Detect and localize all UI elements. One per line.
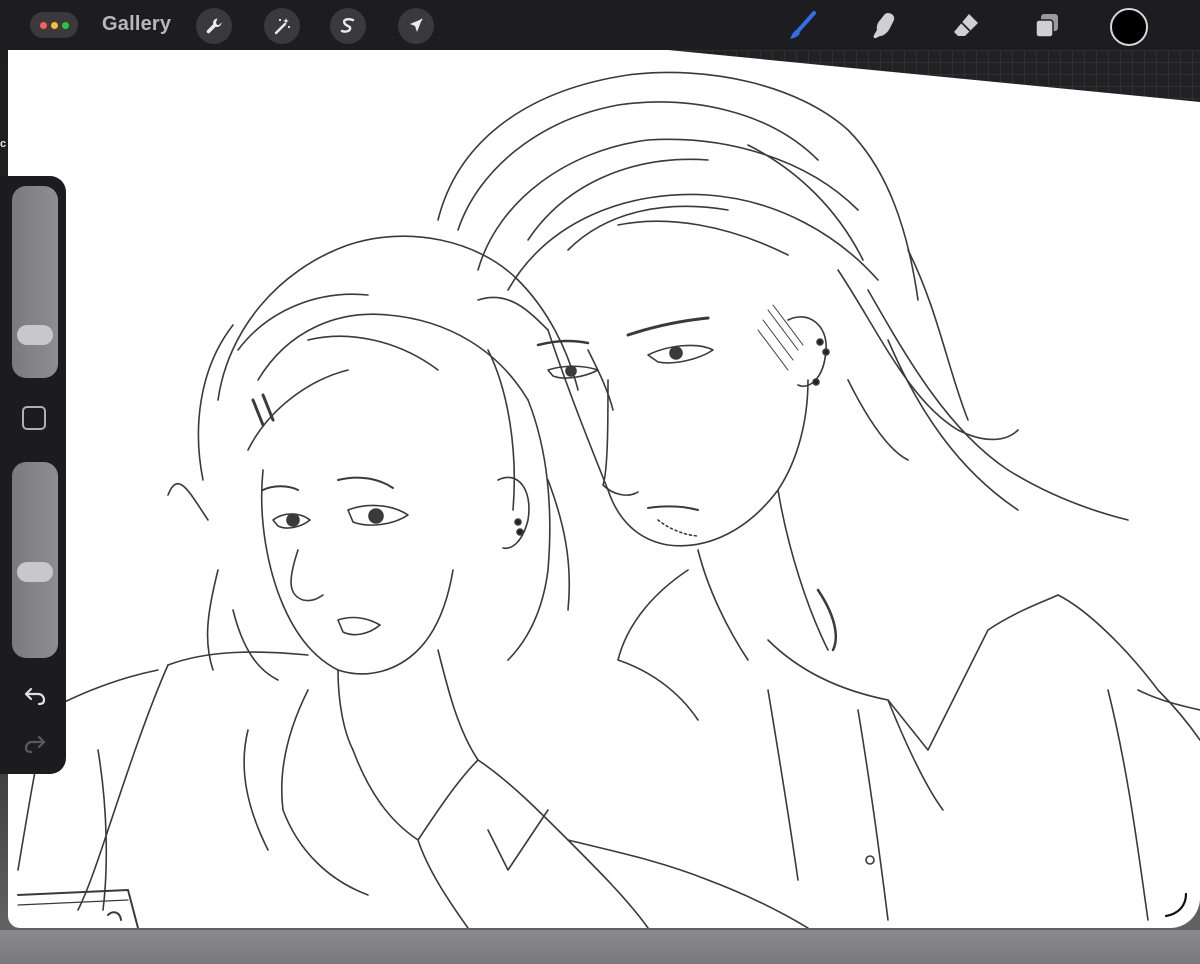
red-dot-icon xyxy=(39,21,47,29)
edge-text-1: c xyxy=(0,138,7,150)
brush-opacity-slider[interactable] xyxy=(12,462,58,658)
sketch-artwork xyxy=(8,50,1200,928)
selection-s-icon xyxy=(340,18,355,33)
layers-icon xyxy=(1035,14,1058,38)
transform-button[interactable] xyxy=(398,8,434,44)
drawing-canvas[interactable] xyxy=(8,50,1200,928)
canvas-corner-handle[interactable] xyxy=(1160,890,1190,920)
wrench-icon xyxy=(206,18,222,34)
brush-icon xyxy=(790,11,816,39)
brush-size-thumb[interactable] xyxy=(17,325,53,346)
brush-tool-button[interactable] xyxy=(783,6,823,46)
redo-button[interactable] xyxy=(20,732,50,756)
color-picker-button[interactable] xyxy=(1110,8,1148,46)
magic-wand-icon xyxy=(274,18,291,35)
top-toolbar: Gallery xyxy=(0,0,1200,50)
window-controls-button[interactable] xyxy=(30,12,78,38)
brush-size-slider[interactable] xyxy=(12,186,58,378)
actions-button[interactable] xyxy=(196,8,232,44)
layers-button[interactable] xyxy=(1027,6,1067,46)
selection-button[interactable] xyxy=(330,8,366,44)
smudge-tool-button[interactable] xyxy=(864,6,904,46)
undo-arrow-icon xyxy=(24,687,46,706)
eraser-icon xyxy=(954,14,978,36)
gallery-button[interactable]: Gallery xyxy=(102,13,171,36)
arrow-cursor-icon xyxy=(410,18,423,32)
eraser-tool-button[interactable] xyxy=(946,6,986,46)
sidebar-panel xyxy=(0,176,66,774)
redo-arrow-icon xyxy=(24,735,46,754)
undo-button[interactable] xyxy=(20,684,50,708)
yellow-dot-icon xyxy=(50,21,58,29)
smudge-finger-icon xyxy=(873,13,895,39)
brush-opacity-thumb[interactable] xyxy=(17,562,53,583)
resize-corner-icon xyxy=(1164,892,1188,918)
modify-button[interactable] xyxy=(22,406,46,430)
adjustments-button[interactable] xyxy=(264,8,300,44)
green-dot-icon xyxy=(61,21,69,29)
bottom-backdrop xyxy=(0,930,1200,964)
